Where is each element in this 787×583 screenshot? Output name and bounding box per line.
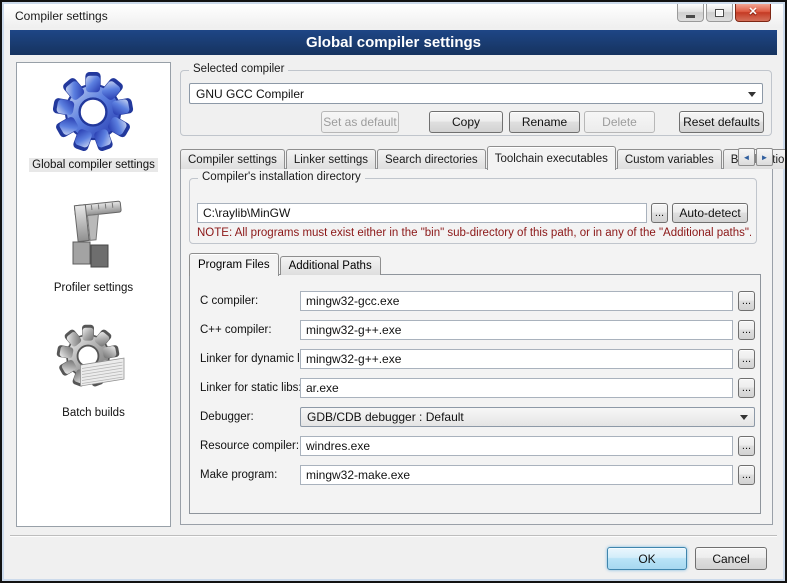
cpp-compiler-input[interactable] <box>300 320 733 340</box>
debugger-label: Debugger: <box>200 407 254 427</box>
dropdown-arrow-icon <box>740 415 748 420</box>
toolchain-executables-panel: Compiler's installation directory ... Au… <box>180 168 773 525</box>
tab-scroll-controls: ◄ ► <box>737 148 773 166</box>
debugger-select-value: GDB/CDB debugger : Default <box>307 410 464 424</box>
tab-scroll-left-icon[interactable]: ◄ <box>738 148 755 166</box>
resource-compiler-browse-button[interactable]: ... <box>738 436 755 456</box>
make-program-browse-button[interactable]: ... <box>738 465 755 485</box>
dialog-footer: OK Cancel <box>607 547 767 570</box>
blue-gear-icon <box>52 71 134 153</box>
debugger-select[interactable]: GDB/CDB debugger : Default <box>300 407 755 427</box>
close-button[interactable]: ✕ <box>735 4 771 22</box>
make-program-input[interactable] <box>300 465 733 485</box>
selected-compiler-legend: Selected compiler <box>189 63 288 75</box>
caliper-icon <box>53 196 133 276</box>
minimize-button[interactable] <box>677 4 704 22</box>
close-icon: ✕ <box>748 7 757 18</box>
sidebar-item-global-compiler-settings[interactable]: Global compiler settings <box>29 71 158 172</box>
make-program-label: Make program: <box>200 465 277 485</box>
gray-gear-stack-icon <box>55 323 133 401</box>
static-linker-input[interactable] <box>300 378 733 398</box>
compiler-select[interactable]: GNU GCC Compiler <box>189 83 763 104</box>
installation-directory-input[interactable] <box>197 203 647 223</box>
tab-toolchain-executables[interactable]: Toolchain executables <box>487 146 616 170</box>
resource-compiler-label: Resource compiler: <box>200 436 299 456</box>
dropdown-arrow-icon <box>748 92 756 97</box>
sidebar-item-label: Profiler settings <box>51 281 136 295</box>
settings-category-list: Global compiler settings <box>16 62 171 527</box>
reset-defaults-button[interactable]: Reset defaults <box>679 111 764 133</box>
restore-button[interactable] <box>706 4 733 22</box>
static-linker-browse-button[interactable]: ... <box>738 378 755 398</box>
c-compiler-label: C compiler: <box>200 291 258 311</box>
sidebar-item-profiler-settings[interactable]: Profiler settings <box>51 196 136 295</box>
auto-detect-button[interactable]: Auto-detect <box>672 203 748 223</box>
dynamic-linker-input[interactable] <box>300 349 733 369</box>
tab-compiler-settings[interactable]: Compiler settings <box>180 149 285 169</box>
sidebar-item-label: Global compiler settings <box>29 158 158 172</box>
minimize-icon <box>686 15 695 18</box>
installation-directory-legend: Compiler's installation directory <box>198 171 365 183</box>
cpp-compiler-browse-button[interactable]: ... <box>738 320 755 340</box>
footer-divider <box>10 535 777 537</box>
installation-directory-group: Compiler's installation directory ... Au… <box>189 178 757 244</box>
selected-compiler-group: Selected compiler GNU GCC Compiler Set a… <box>180 70 772 136</box>
copy-button[interactable]: Copy <box>429 111 503 133</box>
page-title: Global compiler settings <box>306 34 481 51</box>
installation-note: NOTE: All programs must exist either in … <box>197 227 751 239</box>
window-title: Compiler settings <box>15 9 108 23</box>
ok-button[interactable]: OK <box>607 547 687 570</box>
tab-scroll-right-icon[interactable]: ► <box>756 148 773 166</box>
program-subtabs: Program Files Additional Paths <box>189 252 382 275</box>
tab-linker-settings[interactable]: Linker settings <box>286 149 376 169</box>
dynamic-linker-browse-button[interactable]: ... <box>738 349 755 369</box>
sidebar-item-batch-builds[interactable]: Batch builds <box>55 323 133 420</box>
subtab-additional-paths[interactable]: Additional Paths <box>280 256 381 275</box>
rename-button[interactable]: Rename <box>509 111 580 133</box>
c-compiler-input[interactable] <box>300 291 733 311</box>
static-linker-label: Linker for static libs: <box>200 378 302 398</box>
installation-directory-browse-button[interactable]: ... <box>651 203 668 223</box>
resource-compiler-input[interactable] <box>300 436 733 456</box>
page-header: Global compiler settings <box>10 30 777 55</box>
title-bar[interactable]: Compiler settings <box>4 4 783 28</box>
cpp-compiler-label: C++ compiler: <box>200 320 272 340</box>
compiler-select-value: GNU GCC Compiler <box>196 87 304 101</box>
c-compiler-browse-button[interactable]: ... <box>738 291 755 311</box>
set-as-default-button[interactable]: Set as default <box>321 111 399 133</box>
program-files-panel: C compiler: ... C++ compiler: ... Linker… <box>189 274 761 514</box>
restore-icon <box>715 9 724 17</box>
delete-button[interactable]: Delete <box>584 111 655 133</box>
cancel-button[interactable]: Cancel <box>695 547 767 570</box>
compiler-settings-dialog: Compiler settings ✕ Global compiler sett… <box>0 0 787 583</box>
settings-tabs: Compiler settings Linker settings Search… <box>180 145 787 169</box>
window-controls: ✕ <box>675 4 771 22</box>
tab-search-directories[interactable]: Search directories <box>377 149 486 169</box>
sidebar-item-label: Batch builds <box>59 406 128 420</box>
subtab-program-files[interactable]: Program Files <box>189 253 279 276</box>
tab-custom-variables[interactable]: Custom variables <box>617 149 722 169</box>
